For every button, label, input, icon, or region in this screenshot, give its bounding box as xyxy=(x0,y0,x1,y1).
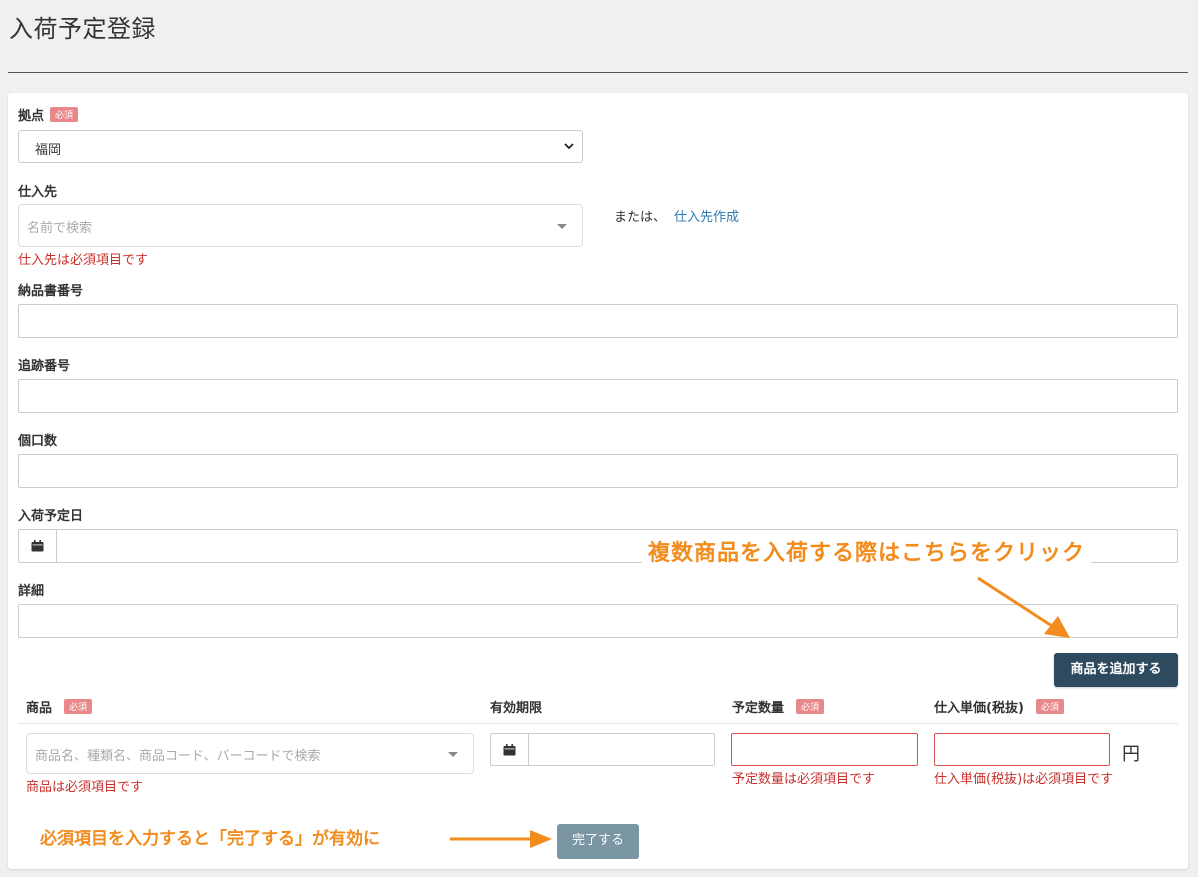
tracking-input[interactable] xyxy=(18,379,1178,413)
arrival-date-calendar-button[interactable] xyxy=(18,529,57,563)
form-card: 拠点 必須 福岡 仕入先 名前で検索 または、 仕入先作成 仕入先は必須項目です … xyxy=(8,93,1188,869)
supplier-error: 仕入先は必須項目です xyxy=(18,253,149,268)
page-title: 入荷予定登録 xyxy=(9,15,156,43)
expiry-input[interactable] xyxy=(528,733,715,766)
arrow-icon xyxy=(450,830,552,848)
unit-price-input[interactable] xyxy=(934,733,1110,766)
tracking-label: 追跡番号 xyxy=(18,359,71,374)
location-select[interactable]: 福岡 xyxy=(18,130,583,163)
arrow-icon xyxy=(977,576,1070,638)
complete-button[interactable]: 完了する xyxy=(557,824,639,859)
delivery-note-label: 納品書番号 xyxy=(18,284,84,299)
planned-qty-input[interactable] xyxy=(731,733,918,766)
items-header-divider xyxy=(18,723,1178,724)
planned-qty-header-text: 予定数量 xyxy=(732,701,785,716)
supplier-search-placeholder: 名前で検索 xyxy=(27,221,93,236)
required-badge: 必須 xyxy=(50,107,79,122)
add-product-hint: 複数商品を入荷する際はこちらをクリック xyxy=(642,535,1092,567)
chevron-down-icon xyxy=(564,143,574,150)
complete-hint: 必須項目を入力すると「完了する」が有効に xyxy=(40,829,380,849)
package-count-input[interactable] xyxy=(18,454,1178,488)
create-supplier-link[interactable]: 仕入先作成 xyxy=(674,206,739,225)
planned-qty-error: 予定数量は必須項目です xyxy=(732,772,876,787)
planned-qty-header: 予定数量 必須 xyxy=(732,697,825,716)
title-divider xyxy=(8,72,1188,73)
arrival-date-label: 入荷予定日 xyxy=(18,509,84,524)
required-badge: 必須 xyxy=(796,699,825,714)
delivery-note-input[interactable] xyxy=(18,304,1178,338)
supplier-label: 仕入先 xyxy=(18,185,58,200)
expiry-calendar-button[interactable] xyxy=(490,733,529,766)
add-product-button[interactable]: 商品を追加する xyxy=(1054,653,1178,687)
required-badge: 必須 xyxy=(1035,699,1064,714)
calendar-icon xyxy=(31,540,44,552)
details-label: 詳細 xyxy=(18,584,45,599)
product-search-placeholder: 商品名、種類名、商品コード、バーコードで検索 xyxy=(35,749,321,764)
product-error: 商品は必須項目です xyxy=(26,780,144,795)
product-header: 商品 必須 xyxy=(26,697,93,716)
location-select-value: 福岡 xyxy=(35,143,62,158)
caret-down-icon xyxy=(557,224,567,229)
package-count-label: 個口数 xyxy=(18,434,58,449)
currency-unit: 円 xyxy=(1122,744,1140,765)
calendar-icon xyxy=(503,744,516,756)
unit-price-error: 仕入単価(税抜)は必須項目です xyxy=(934,772,1114,787)
caret-down-icon xyxy=(448,752,458,757)
unit-price-header: 仕入単価(税抜) 必須 xyxy=(934,697,1064,716)
unit-price-header-text: 仕入単価(税抜) xyxy=(934,701,1024,716)
product-search[interactable]: 商品名、種類名、商品コード、バーコードで検索 xyxy=(26,733,474,774)
product-header-text: 商品 xyxy=(26,701,53,716)
expiry-header: 有効期限 xyxy=(490,701,543,716)
location-label-text: 拠点 xyxy=(18,109,45,124)
required-badge: 必須 xyxy=(64,699,93,714)
or-text: または、 xyxy=(614,210,667,225)
location-label: 拠点 必須 xyxy=(18,105,79,124)
supplier-search[interactable]: 名前で検索 xyxy=(18,204,583,247)
